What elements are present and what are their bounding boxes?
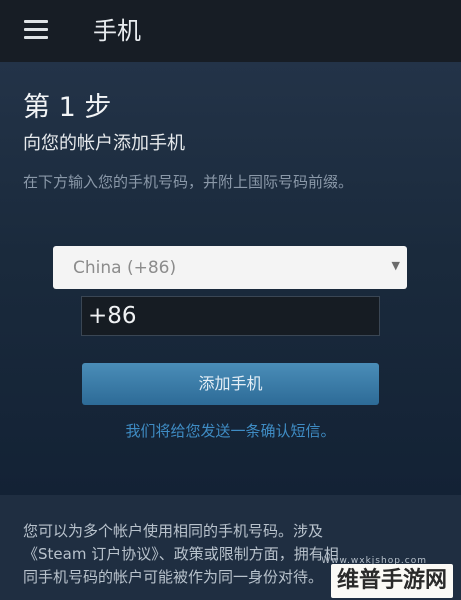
footer-line: 您可以为多个帐户使用相同的手机号码。涉及 [23, 522, 324, 540]
page-title: 手机 [93, 17, 141, 45]
sms-confirmation-note: 我们将给您发送一条确认短信。 [125, 422, 336, 440]
country-select-value: China (+86) [73, 258, 177, 278]
dropdown-arrow-icon: ▼ [391, 259, 400, 272]
watermark-logo: 维普手游网 [330, 564, 453, 598]
instructions-text: 在下方输入您的手机号码，并附上国际号码前缀。 [23, 173, 354, 191]
hamburger-menu-icon[interactable] [24, 20, 48, 39]
step-heading: 第 1 步 [23, 92, 112, 123]
add-phone-panel: 第 1 步 向您的帐户添加手机 在下方输入您的手机号码，并附上国际号码前缀。 C… [0, 62, 461, 495]
phone-number-input[interactable] [81, 296, 380, 336]
app-bar: 手机 [0, 0, 461, 62]
add-phone-button[interactable]: 添加手机 [82, 363, 379, 405]
footer-notice: 您可以为多个帐户使用相同的手机号码。涉及 《Steam 订户协议》、政策或限制方… [0, 495, 461, 600]
step-subtitle: 向您的帐户添加手机 [23, 133, 185, 154]
country-select[interactable]: China (+86) ▼ [53, 246, 407, 289]
